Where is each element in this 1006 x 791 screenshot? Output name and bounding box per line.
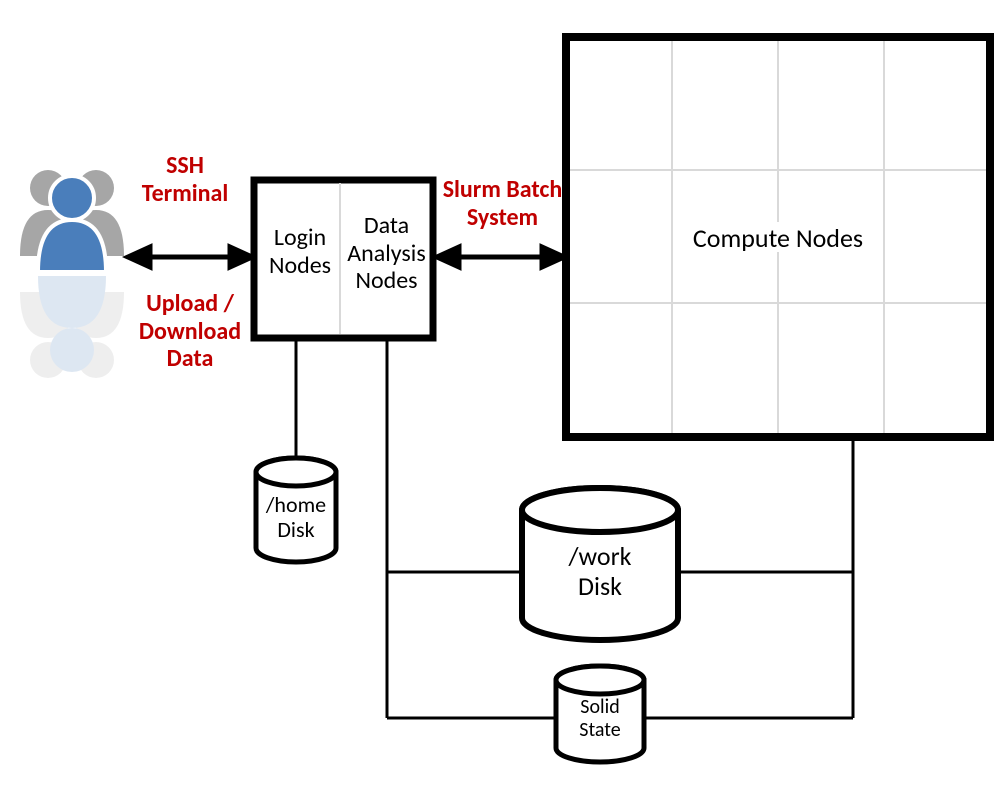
ssh-terminal-label: SSH Terminal: [120, 152, 250, 207]
work-disk-label: /work Disk: [522, 542, 678, 602]
data-analysis-nodes-label: Data Analysis Nodes: [340, 212, 433, 295]
arrow-login-compute: [437, 247, 564, 267]
users-icon: [20, 170, 124, 378]
arrow-users-login: [128, 247, 252, 267]
slurm-batch-label: Slurm Batch System: [435, 176, 570, 231]
home-disk-label: /home Disk: [256, 492, 336, 543]
login-nodes-label: Login Nodes: [260, 224, 340, 279]
solid-state-label: Solid State: [556, 696, 644, 742]
upload-download-label: Upload / Download Data: [120, 290, 260, 373]
diagram-stage: SSH Terminal Upload / Download Data Logi…: [0, 0, 1006, 791]
diagram-svg: [0, 0, 1006, 791]
compute-nodes-label: Compute Nodes: [670, 224, 886, 254]
